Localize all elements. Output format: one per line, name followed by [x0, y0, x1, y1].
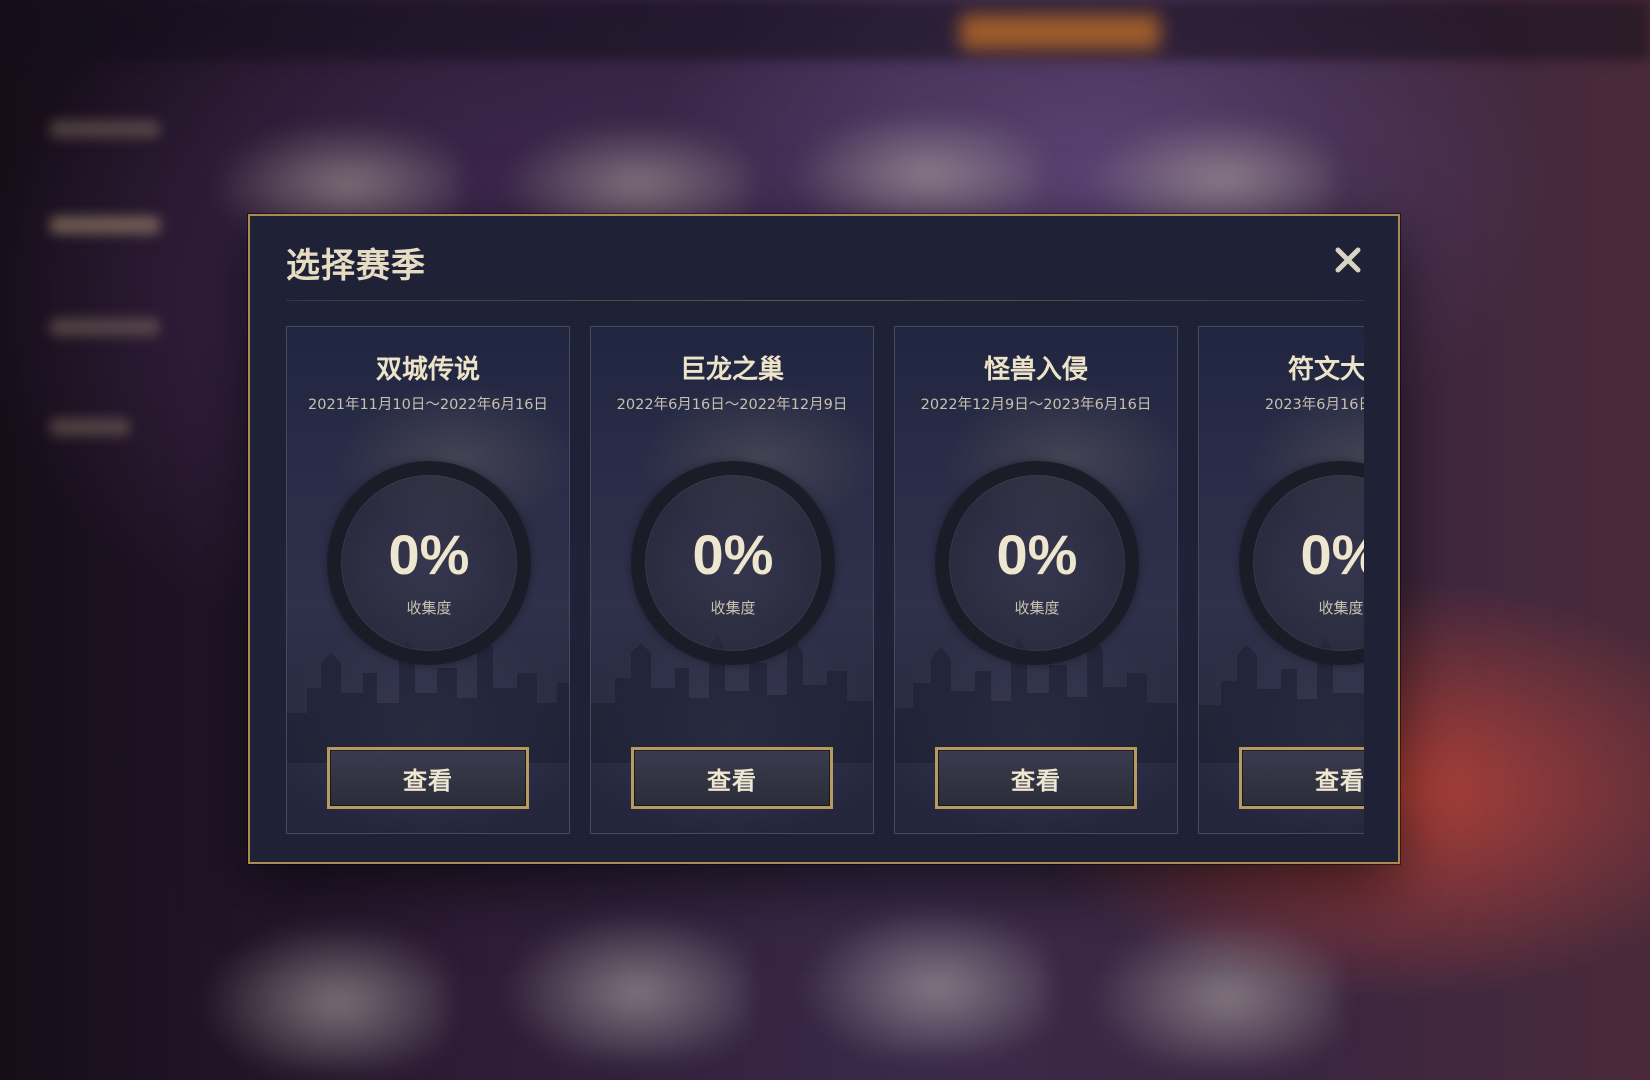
season-card: 符文大陆 2023年6月16日～202 0% 收集度 查看 — [1198, 326, 1364, 834]
view-season-button[interactable]: 查看 — [935, 747, 1137, 809]
background-tile — [800, 905, 1050, 1055]
dialog-title: 选择赛季 — [286, 246, 426, 286]
season-card-list: 双城传说 2021年11月10日～2022年6月16日 0% 收集度 查看 巨龙… — [286, 326, 1364, 836]
season-card: 双城传说 2021年11月10日～2022年6月16日 0% 收集度 查看 — [286, 326, 570, 834]
season-name: 双城传说 — [375, 355, 480, 385]
background-sidebar-item — [50, 318, 160, 336]
season-dates: 2023年6月16日～202 — [1264, 397, 1364, 413]
background-tile — [200, 920, 450, 1070]
background-highlight-button — [960, 14, 1160, 50]
background-top-bar — [0, 0, 1650, 60]
season-name: 巨龙之巢 — [679, 355, 784, 385]
collection-progress-label: 收集度 — [1318, 599, 1364, 617]
collection-progress-ring: 0% 收集度 — [935, 461, 1139, 665]
background-tile — [500, 910, 750, 1060]
season-name: 怪兽入侵 — [983, 355, 1088, 385]
season-carousel[interactable]: 双城传说 2021年11月10日～2022年6月16日 0% 收集度 查看 巨龙… — [286, 326, 1364, 836]
collection-progress-label: 收集度 — [710, 599, 756, 617]
season-select-dialog: 选择赛季 双城传说 2021年11月10日～2022年6月16日 0% 收集度 … — [248, 214, 1400, 864]
collection-progress-value: 0% — [996, 523, 1078, 586]
background-sidebar-item — [50, 418, 130, 436]
collection-progress-ring: 0% 收集度 — [327, 461, 531, 665]
collection-progress-value: 0% — [692, 523, 774, 586]
season-name: 符文大陆 — [1287, 355, 1364, 385]
collection-progress-value: 0% — [388, 523, 470, 586]
close-icon — [1335, 247, 1361, 273]
season-card: 怪兽入侵 2022年12月9日～2023年6月16日 0% 收集度 查看 — [894, 326, 1178, 834]
background-sidebar-item — [50, 216, 160, 234]
collection-progress-value: 0% — [1300, 523, 1364, 586]
collection-progress-label: 收集度 — [406, 599, 452, 617]
close-button[interactable] — [1328, 240, 1368, 280]
season-dates: 2022年12月9日～2023年6月16日 — [920, 397, 1152, 413]
collection-progress-label: 收集度 — [1014, 599, 1060, 617]
season-card: 巨龙之巢 2022年6月16日～2022年12月9日 0% 收集度 查看 — [590, 326, 874, 834]
background-sidebar-item — [50, 120, 160, 138]
background-tile — [790, 110, 1040, 220]
season-dates: 2022年6月16日～2022年12月9日 — [616, 397, 848, 413]
title-divider — [286, 300, 1364, 301]
collection-progress-ring: 0% 收集度 — [1239, 461, 1364, 665]
view-season-button[interactable]: 查看 — [327, 747, 529, 809]
collection-progress-ring: 0% 收集度 — [631, 461, 835, 665]
background-tile — [1090, 915, 1340, 1065]
view-season-button[interactable]: 查看 — [1239, 747, 1364, 809]
view-season-button[interactable]: 查看 — [631, 747, 833, 809]
season-dates: 2021年11月10日～2022年6月16日 — [308, 397, 548, 413]
background-tile — [1085, 115, 1335, 225]
